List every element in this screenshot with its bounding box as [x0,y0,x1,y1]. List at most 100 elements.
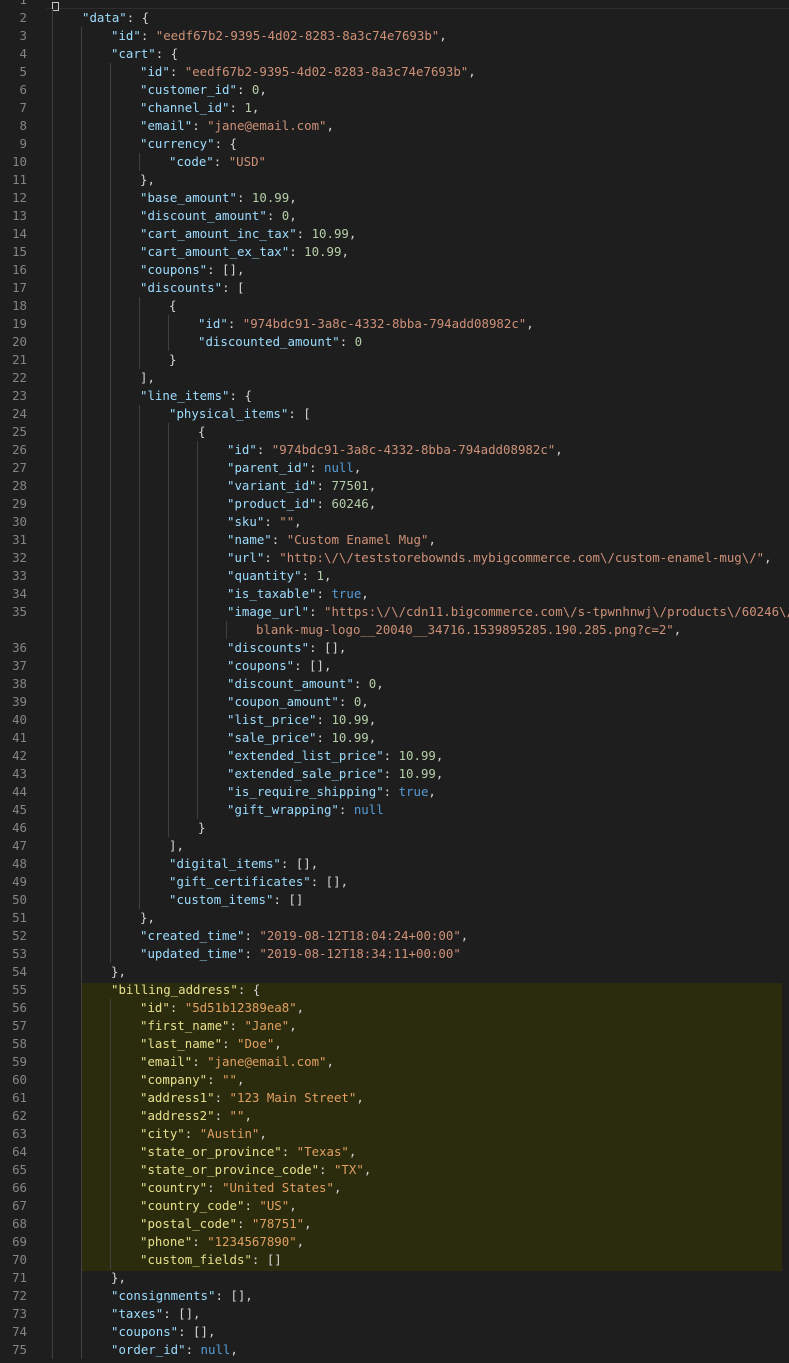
code-line[interactable]: 24 "physical_items": [ [0,405,789,423]
code-line[interactable]: 60 "company": "", [0,1071,789,1089]
json-punctuation: , [274,1036,282,1051]
code-line[interactable]: 69 "phone": "1234567890", [0,1233,789,1251]
code-line[interactable]: 71}, [0,1269,789,1287]
code-text: "id": "eedf67b2-9395-4d02-8283-8a3c74e76… [111,27,447,45]
code-line[interactable]: 67 "country_code": "US", [0,1197,789,1215]
code-line[interactable]: 1 [0,0,789,9]
code-line[interactable]: blank-mug-logo__20040__34716.1539895285.… [0,621,789,639]
code-line[interactable]: 26 "id": "974bdc91-3a8c-4332-8bba-794add0… [0,441,789,459]
code-line[interactable]: 48 "digital_items": [], [0,855,789,873]
code-line[interactable]: 43 "extended_sale_price": 10.99, [0,765,789,783]
line-number: 44 [12,784,27,799]
code-line[interactable]: 56 "id": "5d51b12389ea8", [0,999,789,1017]
code-line[interactable]: 52 "created_time": "2019-08-12T18:04:24+0… [0,927,789,945]
line-number: 51 [12,910,27,925]
code-line[interactable]: 61 "address1": "123 Main Street", [0,1089,789,1107]
code-line[interactable]: 66 "country": "United States", [0,1179,789,1197]
code-line[interactable]: 11}, [0,171,789,189]
code-line[interactable]: 10 "code": "USD" [0,153,789,171]
code-line[interactable]: 54}, [0,963,789,981]
code-line[interactable]: 21} [0,351,789,369]
code-line[interactable]: 70 "custom_fields": [] [0,1251,789,1269]
code-line[interactable]: 40 "list_price": 10.99, [0,711,789,729]
code-line[interactable]: 65 "state_or_province_code": "TX", [0,1161,789,1179]
code-line[interactable]: 19 "id": "974bdc91-3a8c-4332-8bba-794add0… [0,315,789,333]
code-text: "email": "jane@email.com", [140,117,334,135]
json-literal: true [331,586,362,601]
json-key: "url" [227,550,265,565]
code-line[interactable]: 64 "state_or_province": "Texas", [0,1143,789,1161]
code-line[interactable]: 6 "customer_id": 0, [0,81,789,99]
json-string: "eedf67b2-9395-4d02-8283-8a3c74e7693b" [184,64,469,79]
code-line[interactable]: 50 "custom_items": [] [0,891,789,909]
code-line[interactable]: 58 "last_name": "Doe", [0,1035,789,1053]
code-line[interactable]: 75 "order_id": null, [0,1341,789,1359]
code-line[interactable]: 59 "email": "jane@email.com", [0,1053,789,1071]
code-line[interactable]: 32 "url": "http:\/\/teststorebownds.mybig… [0,549,789,567]
code-line[interactable]: 73 "taxes": [], [0,1305,789,1323]
code-line[interactable]: 72 "consignments": [], [0,1287,789,1305]
code-line[interactable]: 14 "cart_amount_inc_tax": 10.99, [0,225,789,243]
code-line[interactable]: 3 "id": "eedf67b2-9395-4d02-8283-8a3c74e7… [0,27,789,45]
code-line[interactable]: 2 "data": { [0,9,789,27]
code-line[interactable]: 8 "email": "jane@email.com", [0,117,789,135]
code-line[interactable]: 47], [0,837,789,855]
code-editor[interactable]: 12"data": {3"id": "eedf67b2-9395-4d02-82… [0,0,789,1363]
json-key: "id" [140,64,170,79]
code-line[interactable]: 63 "city": "Austin", [0,1125,789,1143]
code-line[interactable]: 34 "is_taxable": true, [0,585,789,603]
code-line[interactable]: 62 "address2": "", [0,1107,789,1125]
code-line[interactable]: 41 "sale_price": 10.99, [0,729,789,747]
code-line[interactable]: 16 "coupons": [], [0,261,789,279]
code-line[interactable]: 27 "parent_id": null, [0,459,789,477]
code-line[interactable]: 55 "billing_address": { [0,981,789,999]
code-line[interactable]: 51}, [0,909,789,927]
code-line[interactable]: 17 "discounts": [ [0,279,789,297]
line-number: 55 [12,982,27,997]
code-line[interactable]: 13 "discount_amount": 0, [0,207,789,225]
code-line[interactable]: 31 "name": "Custom Enamel Mug", [0,531,789,549]
code-line[interactable]: 9 "currency": { [0,135,789,153]
code-line[interactable]: 74 "coupons": [], [0,1323,789,1341]
json-punctuation: : [ [288,406,311,421]
code-line[interactable]: 30 "sku": "", [0,513,789,531]
json-number: 10.99 [331,730,369,745]
code-text: "postal_code": "78751", [140,1215,312,1233]
code-line[interactable]: 36 "discounts": [], [0,639,789,657]
code-line[interactable]: 68 "postal_code": "78751", [0,1215,789,1233]
code-line[interactable]: 5 "id": "eedf67b2-9395-4d02-8283-8a3c74e7… [0,63,789,81]
json-punctuation: : [316,496,332,511]
code-line[interactable]: 39 "coupon_amount": 0, [0,693,789,711]
code-line[interactable]: 20 "discounted_amount": 0 [0,333,789,351]
code-line[interactable]: 29 "product_id": 60246, [0,495,789,513]
code-text: "parent_id": null, [227,459,361,477]
json-punctuation: , [435,748,444,763]
code-line[interactable]: 28 "variant_id": 77501, [0,477,789,495]
code-line[interactable]: 46} [0,819,789,837]
line-number: 53 [12,946,27,961]
code-line[interactable]: 22], [0,369,789,387]
code-line[interactable]: 25 { [0,423,789,441]
code-line[interactable]: 53 "updated_time": "2019-08-12T18:34:11+0… [0,945,789,963]
code-line[interactable]: 38 "discount_amount": 0, [0,675,789,693]
code-line[interactable]: 18 { [0,297,789,315]
code-line[interactable]: 4 "cart": { [0,45,789,63]
code-line[interactable]: 37 "coupons": [], [0,657,789,675]
code-text: "coupons": [], [111,1323,215,1341]
json-punctuation: : [192,1234,208,1249]
code-text: "code": "USD" [169,153,266,171]
code-line[interactable]: 45 "gift_wrapping": null [0,801,789,819]
json-punctuation: , [326,1054,334,1069]
code-line[interactable]: 35 "image_url": "https:\/\/cdn11.bigcomme… [0,603,789,621]
code-line[interactable]: 23 "line_items": { [0,387,789,405]
code-line[interactable]: 44 "is_require_shipping": true, [0,783,789,801]
code-line[interactable]: 15 "cart_amount_ex_tax": 10.99, [0,243,789,261]
code-line[interactable]: 57 "first_name": "Jane", [0,1017,789,1035]
line-number: 68 [12,1216,27,1231]
code-line[interactable]: 33 "quantity": 1, [0,567,789,585]
code-line[interactable]: 49 "gift_certificates": [], [0,873,789,891]
line-number: 75 [12,1342,27,1357]
code-line[interactable]: 12 "base_amount": 10.99, [0,189,789,207]
code-line[interactable]: 7 "channel_id": 1, [0,99,789,117]
code-line[interactable]: 42 "extended_list_price": 10.99, [0,747,789,765]
